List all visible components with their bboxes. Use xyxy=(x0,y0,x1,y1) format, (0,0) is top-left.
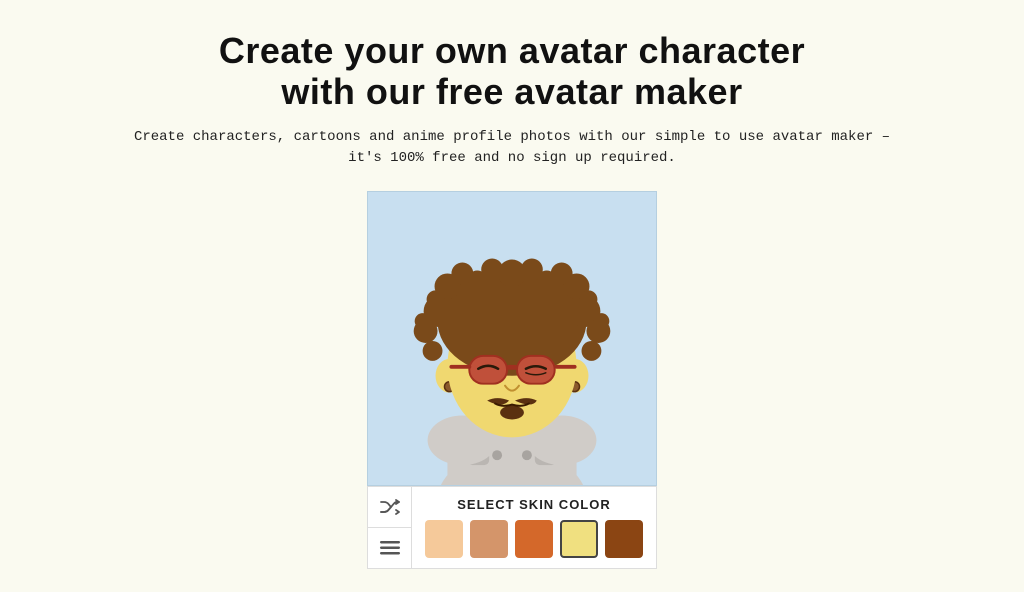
skin-swatch-dark[interactable] xyxy=(605,520,643,558)
page-wrapper: Create your own avatar character with ou… xyxy=(0,0,1024,592)
skin-panel: SELECT SKIN COLOR xyxy=(411,486,657,569)
icon-buttons xyxy=(367,486,411,569)
avatar-canvas xyxy=(367,191,657,486)
menu-button[interactable] xyxy=(368,528,411,568)
shuffle-button[interactable] xyxy=(368,487,411,528)
page-subtitle: Create characters, cartoons and anime pr… xyxy=(132,127,892,169)
skin-swatch-light[interactable] xyxy=(425,520,463,558)
controls-row: SELECT SKIN COLOR xyxy=(367,486,657,569)
skin-label: SELECT SKIN COLOR xyxy=(424,497,644,512)
skin-swatch-medium[interactable] xyxy=(515,520,553,558)
skin-swatch-medium-light[interactable] xyxy=(470,520,508,558)
skin-color-swatches xyxy=(424,520,644,558)
avatar-section: SELECT SKIN COLOR xyxy=(367,191,657,569)
page-title: Create your own avatar character with ou… xyxy=(219,30,805,113)
skin-swatch-yellow[interactable] xyxy=(560,520,598,558)
